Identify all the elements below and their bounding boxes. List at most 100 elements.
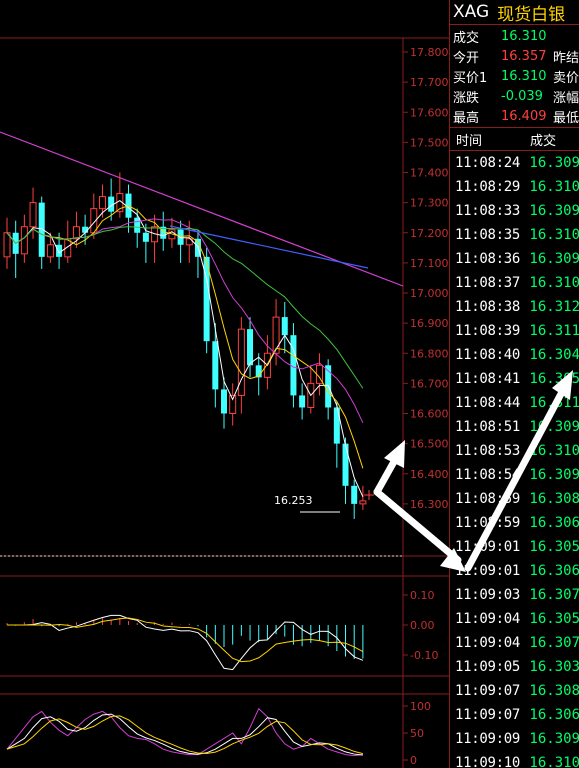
tick-price: 16.310 bbox=[529, 275, 579, 291]
tick-time: 11:09:04 bbox=[455, 635, 521, 651]
tick-price: 16.310 bbox=[529, 443, 579, 459]
kdj-j-line bbox=[6, 707, 363, 757]
tick-row[interactable]: 11:08:39 16.311 bbox=[450, 319, 579, 343]
tick-row[interactable]: 11:09:01 16.305 bbox=[450, 535, 579, 559]
price-tick-label: 16.900 bbox=[410, 317, 449, 330]
tick-price: 16.305 bbox=[529, 539, 579, 555]
tick-row[interactable]: 11:09:01 16.306 bbox=[450, 559, 579, 583]
tick-row[interactable]: 11:08:44 16.311 bbox=[450, 391, 579, 415]
price-tick-label: 17.200 bbox=[410, 227, 449, 240]
ticks-header-time: 时间 bbox=[456, 133, 483, 149]
tick-row[interactable]: 11:08:40 16.304 bbox=[450, 343, 579, 367]
price-tick-label: 16.700 bbox=[410, 377, 449, 390]
tick-row[interactable]: 11:09:05 16.303 bbox=[450, 655, 579, 679]
candle-body bbox=[351, 485, 358, 504]
quote-label: 涨跌 bbox=[453, 90, 480, 106]
quote-summary: 成交 16.310 今开 16.357 昨结 买价1 16.310 卖价 涨跌 -0.039 涨幅最… bbox=[450, 25, 579, 128]
tick-time: 11:08:40 bbox=[455, 347, 521, 363]
quote-value: -0.039 bbox=[501, 88, 543, 104]
price-tick-label: 17.700 bbox=[410, 76, 449, 89]
quote-row: 今开 16.357 昨结 bbox=[450, 46, 579, 66]
tick-row[interactable]: 11:08:53 16.310 bbox=[450, 439, 579, 463]
tick-row[interactable]: 11:09:07 16.306 bbox=[450, 703, 579, 727]
quote-label-2: 最低 bbox=[553, 110, 579, 126]
candle-body bbox=[3, 232, 11, 258]
tick-price: 16.306 bbox=[529, 563, 579, 579]
tick-row[interactable]: 11:08:37 16.310 bbox=[450, 271, 579, 295]
tick-price: 16.310 bbox=[529, 755, 579, 768]
price-tick-label: 16.300 bbox=[410, 498, 449, 511]
tick-row[interactable]: 11:09:07 16.308 bbox=[450, 679, 579, 703]
tick-price: 16.306 bbox=[529, 515, 579, 531]
tick-price: 16.304 bbox=[529, 347, 579, 363]
tick-time: 11:08:44 bbox=[455, 395, 521, 411]
tick-row[interactable]: 11:09:10 16.310 bbox=[450, 751, 579, 768]
quote-label-2: 昨结 bbox=[553, 50, 579, 66]
price-tick-label: 17.100 bbox=[410, 257, 449, 270]
tick-price: 16.312 bbox=[529, 299, 579, 315]
tick-row[interactable]: 11:08:24 16.309 bbox=[450, 151, 579, 175]
price-tick-label: 16.800 bbox=[410, 347, 449, 360]
tick-time: 11:08:54 bbox=[455, 467, 521, 483]
kdj-k-line bbox=[6, 713, 363, 756]
candle-body bbox=[237, 328, 245, 396]
tick-time: 11:08:37 bbox=[455, 275, 521, 291]
tick-row[interactable]: 11:08:41 16.305 bbox=[450, 367, 579, 391]
tick-price: 16.305 bbox=[529, 611, 579, 627]
macd-tick-label: -0.10 bbox=[410, 649, 438, 662]
macd-tick-label: 0.00 bbox=[410, 619, 435, 632]
tick-price: 16.309 bbox=[529, 731, 579, 747]
kdj-tick-label: 50 bbox=[410, 727, 424, 740]
tick-price: 16.309 bbox=[529, 203, 579, 219]
quote-value: 16.310 bbox=[501, 28, 547, 44]
kdj-tick-label: 100 bbox=[410, 700, 431, 713]
tick-time: 11:09:03 bbox=[455, 587, 521, 603]
candle-body bbox=[229, 394, 237, 414]
candle-body bbox=[142, 232, 149, 242]
kdj-d-line bbox=[6, 715, 364, 755]
tick-time: 11:08:59 bbox=[455, 491, 521, 507]
tick-row[interactable]: 11:08:59 16.308 bbox=[450, 487, 579, 511]
candle-body bbox=[247, 329, 254, 366]
tick-price: 16.307 bbox=[529, 587, 579, 603]
candle-body bbox=[342, 443, 349, 486]
tick-price: 16.309 bbox=[529, 155, 579, 171]
price-tick-label: 17.800 bbox=[410, 46, 449, 59]
tick-row[interactable]: 11:09:03 16.307 bbox=[450, 583, 579, 607]
tick-price: 16.308 bbox=[529, 683, 579, 699]
candle-body bbox=[46, 244, 54, 258]
tick-time: 11:08:51 bbox=[455, 419, 521, 435]
tick-price: 16.303 bbox=[529, 659, 579, 675]
tick-row[interactable]: 11:08:29 16.310 bbox=[450, 175, 579, 199]
tick-time: 11:08:39 bbox=[455, 323, 521, 339]
tick-price: 16.306 bbox=[529, 707, 579, 723]
tick-time: 11:08:41 bbox=[455, 371, 521, 387]
tick-row[interactable]: 11:09:04 16.305 bbox=[450, 607, 579, 631]
tick-row[interactable]: 11:08:36 16.309 bbox=[450, 247, 579, 271]
tick-time: 11:08:29 bbox=[455, 179, 521, 195]
tick-row[interactable]: 11:09:09 16.309 bbox=[450, 727, 579, 751]
tick-price: 16.309 bbox=[529, 467, 579, 483]
price-tick-label: 17.600 bbox=[410, 106, 449, 119]
quote-row: 涨跌 -0.039 涨幅 bbox=[450, 86, 579, 106]
tick-row[interactable]: 11:08:54 16.309 bbox=[450, 463, 579, 487]
tick-list[interactable]: 11:08:24 16.309 11:08:29 16.310 11:08:33 16.3… bbox=[450, 151, 579, 768]
candlestick-chart[interactable]: 17.800 17.700 17.600 17.500 17.400 17.300 17.2… bbox=[0, 0, 449, 768]
price-tick-label: 16.400 bbox=[410, 468, 449, 481]
tick-row[interactable]: 11:08:35 16.310 bbox=[450, 223, 579, 247]
tick-row[interactable]: 11:09:04 16.307 bbox=[450, 631, 579, 655]
tick-row[interactable]: 11:08:33 16.309 bbox=[450, 199, 579, 223]
quote-row: 成交 16.310 bbox=[450, 26, 579, 46]
price-tick-label: 17.300 bbox=[410, 197, 449, 210]
candle-body bbox=[299, 395, 306, 408]
tick-row[interactable]: 11:08:51 16.309 bbox=[450, 415, 579, 439]
quote-label: 成交 bbox=[453, 30, 480, 46]
candle-body bbox=[20, 226, 28, 255]
candle-body bbox=[134, 217, 141, 233]
macd-dif-line bbox=[7, 614, 364, 671]
tick-time: 11:09:01 bbox=[455, 539, 521, 555]
candle-body bbox=[98, 196, 106, 210]
tick-row[interactable]: 11:08:59 16.306 bbox=[450, 511, 579, 535]
quote-row: 买价1 16.310 卖价 bbox=[450, 66, 579, 86]
tick-row[interactable]: 11:08:38 16.312 bbox=[450, 295, 579, 319]
